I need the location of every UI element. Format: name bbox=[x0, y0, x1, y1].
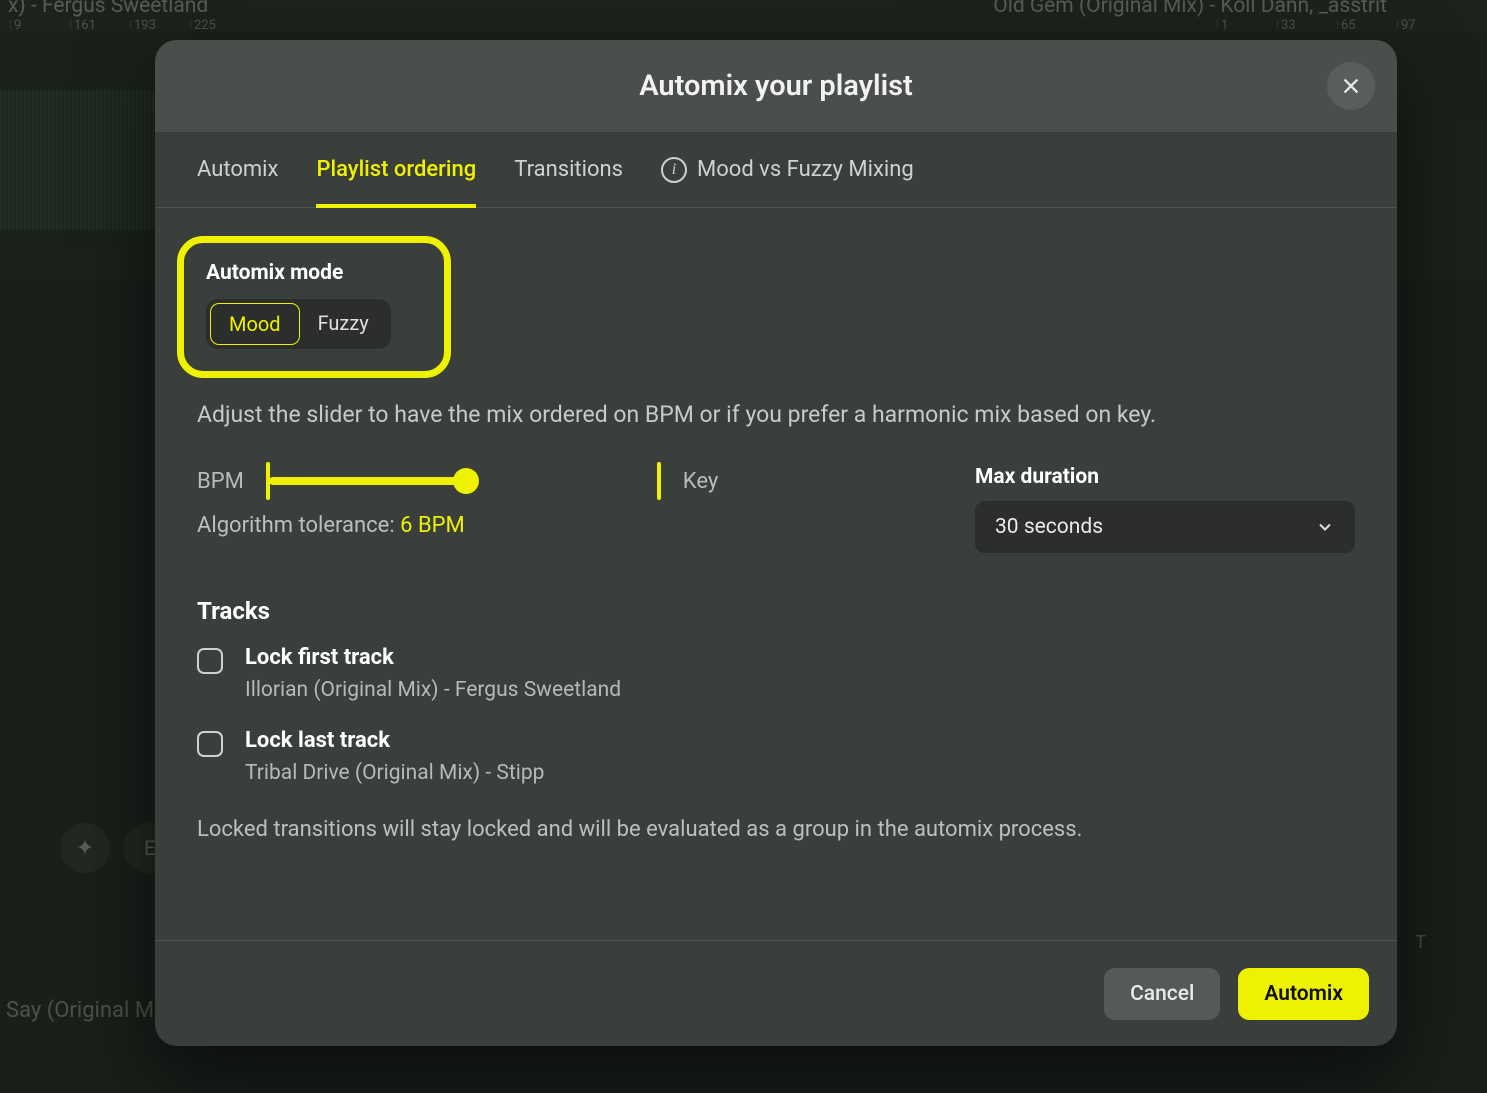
cancel-button[interactable]: Cancel bbox=[1104, 968, 1220, 1020]
ruler-tick: 161 bbox=[70, 20, 130, 29]
close-icon bbox=[1340, 75, 1362, 97]
lock-first-track-sub: Illorian (Original Mix) - Fergus Sweetla… bbox=[245, 678, 621, 702]
modal-footer: Cancel Automix bbox=[155, 940, 1397, 1046]
automix-mode-segmented: Mood Fuzzy bbox=[206, 299, 391, 349]
ruler-tick: 225 bbox=[190, 20, 250, 29]
mode-fuzzy-button[interactable]: Fuzzy bbox=[300, 303, 387, 345]
ruler-tick: 65 bbox=[1337, 20, 1397, 29]
lock-first-track-label: Lock first track bbox=[245, 645, 621, 670]
close-button[interactable] bbox=[1327, 62, 1375, 110]
automix-button[interactable]: Automix bbox=[1238, 968, 1369, 1020]
automix-mode-highlight: Automix mode Mood Fuzzy bbox=[177, 236, 451, 378]
magic-icon: ✦ bbox=[60, 823, 110, 873]
modal-title: Automix your playlist bbox=[639, 69, 913, 103]
max-duration-value: 30 seconds bbox=[995, 515, 1103, 539]
tracks-section: Tracks Lock first track Illorian (Origin… bbox=[197, 597, 1355, 846]
tab-bar: Automix Playlist ordering Transitions i … bbox=[155, 132, 1397, 208]
lock-last-track-row: Lock last track Tribal Drive (Original M… bbox=[197, 728, 1355, 785]
max-duration-select[interactable]: 30 seconds bbox=[975, 501, 1355, 553]
automix-modal: Automix your playlist Automix Playlist o… bbox=[155, 40, 1397, 1046]
lock-last-track-label: Lock last track bbox=[245, 728, 544, 753]
lock-first-track-checkbox[interactable] bbox=[197, 648, 223, 674]
ruler-tick: 1 bbox=[1217, 20, 1277, 29]
controls-row: BPM Key Algorithm tolerance: 6 BPM bbox=[197, 465, 1355, 553]
locked-transitions-note: Locked transitions will stay locked and … bbox=[197, 813, 1355, 846]
ruler-tick: 33 bbox=[1277, 20, 1337, 29]
ruler-right: 1 33 65 97 bbox=[1217, 20, 1477, 40]
ordering-description: Adjust the slider to have the mix ordere… bbox=[197, 398, 1355, 431]
ruler-tick: 193 bbox=[130, 20, 190, 29]
bg-track-name: Say (Original Mix) bbox=[6, 998, 178, 1023]
lock-last-track-checkbox[interactable] bbox=[197, 731, 223, 757]
bpm-key-slider[interactable] bbox=[266, 465, 661, 497]
bg-track-title-left: x) - Fergus Sweetland bbox=[8, 0, 208, 18]
bpm-key-slider-area: BPM Key bbox=[197, 465, 935, 497]
tab-playlist-ordering[interactable]: Playlist ordering bbox=[316, 132, 476, 207]
modal-header: Automix your playlist bbox=[155, 40, 1397, 132]
tab-automix[interactable]: Automix bbox=[197, 132, 278, 207]
tab-transitions[interactable]: Transitions bbox=[514, 132, 623, 207]
chevron-down-icon bbox=[1315, 517, 1335, 537]
info-icon: i bbox=[661, 157, 687, 183]
mode-mood-button[interactable]: Mood bbox=[210, 303, 300, 345]
max-duration-label: Max duration bbox=[975, 465, 1355, 489]
ruler-tick: 9 bbox=[10, 20, 70, 29]
waveform bbox=[0, 90, 160, 230]
bg-track-title-right: Old Gem (Original Mix) - Koll Dann, _ass… bbox=[993, 0, 1387, 18]
slider-label-key: Key bbox=[683, 469, 718, 494]
automix-mode-label: Automix mode bbox=[206, 261, 422, 285]
max-duration-field: Max duration 30 seconds bbox=[975, 465, 1355, 553]
mood-vs-fuzzy-link[interactable]: i Mood vs Fuzzy Mixing bbox=[661, 132, 914, 207]
ruler-tick: 97 bbox=[1397, 20, 1457, 29]
tolerance-value: 6 BPM bbox=[400, 513, 465, 538]
modal-body: Automix mode Mood Fuzzy Adjust the slide… bbox=[155, 208, 1397, 940]
slider-label-bpm: BPM bbox=[197, 469, 244, 494]
tracks-title: Tracks bbox=[197, 597, 1355, 625]
algorithm-tolerance: Algorithm tolerance: 6 BPM bbox=[197, 513, 935, 538]
lock-first-track-row: Lock first track Illorian (Original Mix)… bbox=[197, 645, 1355, 702]
lock-last-track-sub: Tribal Drive (Original Mix) - Stipp bbox=[245, 761, 544, 785]
